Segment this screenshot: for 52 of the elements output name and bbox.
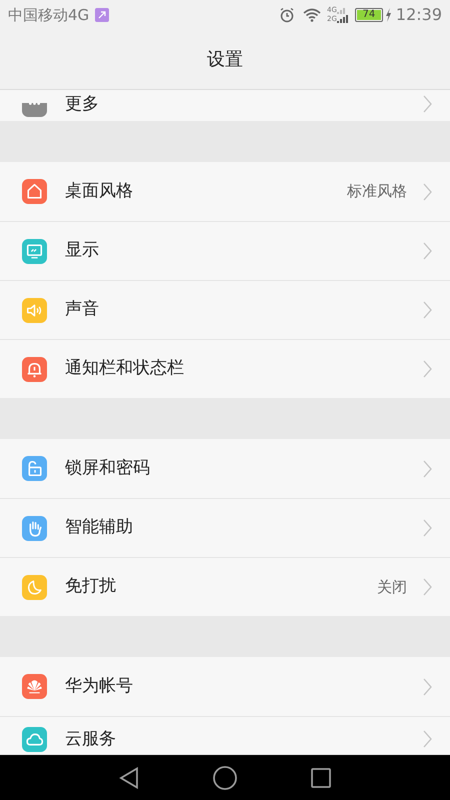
page-title: 设置 bbox=[207, 48, 243, 72]
padlock-icon bbox=[22, 456, 47, 481]
hand-icon bbox=[22, 516, 47, 540]
setting-label: 智能辅助 bbox=[65, 516, 134, 540]
settings-row[interactable]: 通知栏和状态栏 bbox=[0, 339, 450, 398]
setting-label: 显示 bbox=[65, 239, 100, 262]
setting-label: 桌面风格 bbox=[65, 180, 134, 203]
carrier-name: 中国移动4G bbox=[8, 4, 90, 26]
moon-icon bbox=[22, 574, 47, 600]
monitor-icon bbox=[22, 238, 47, 264]
bell-icon bbox=[22, 356, 47, 382]
chevron-icon bbox=[423, 519, 432, 537]
setting-label: 声音 bbox=[65, 298, 100, 322]
clock-time: 12:39 bbox=[396, 4, 442, 26]
settings-row[interactable]: 显示 bbox=[0, 221, 450, 280]
recents-icon[interactable] bbox=[311, 768, 331, 788]
chevron-icon bbox=[423, 301, 432, 319]
setting-label: 云服务 bbox=[65, 728, 117, 750]
setting-label: 华为帐号 bbox=[65, 674, 134, 698]
chevron-icon bbox=[423, 678, 432, 696]
setting-value: 标准风格 bbox=[347, 181, 407, 202]
house-icon bbox=[22, 179, 47, 204]
settings-row[interactable]: 云服务 bbox=[0, 716, 450, 754]
settings-row[interactable]: 声音 bbox=[0, 280, 450, 339]
setting-label: 更多 bbox=[65, 92, 100, 116]
chevron-icon bbox=[423, 95, 432, 113]
charging-icon bbox=[384, 8, 392, 22]
chevron-icon bbox=[423, 182, 432, 200]
back-icon[interactable] bbox=[119, 766, 139, 788]
wifi-icon bbox=[303, 8, 321, 22]
alarm-icon bbox=[279, 7, 295, 23]
battery-icon: 74 bbox=[354, 8, 383, 22]
setting-value: 关闭 bbox=[377, 576, 407, 598]
speaker-icon bbox=[22, 298, 47, 322]
chevron-icon bbox=[423, 242, 432, 260]
settings-row[interactable]: 智能辅助 bbox=[0, 498, 450, 557]
setting-label: 通知栏和状态栏 bbox=[65, 357, 185, 380]
petals-icon bbox=[22, 674, 47, 699]
setting-label: 免打扰 bbox=[65, 575, 117, 598]
chevron-icon bbox=[423, 460, 432, 478]
setting-label: 锁屏和密码 bbox=[65, 456, 151, 480]
app-notification-icon bbox=[95, 8, 110, 22]
settings-row[interactable]: 华为帐号 bbox=[0, 657, 450, 716]
settings-row[interactable]: 更多 bbox=[0, 90, 450, 121]
home-icon[interactable] bbox=[213, 766, 237, 790]
settings-row[interactable]: 桌面风格 标准风格 bbox=[0, 162, 450, 221]
chevron-icon bbox=[423, 360, 432, 378]
chevron-icon bbox=[423, 578, 432, 596]
signal-icon bbox=[336, 7, 349, 23]
settings-row[interactable]: 免打扰 关闭 bbox=[0, 557, 450, 616]
chevron-icon bbox=[423, 730, 432, 748]
settings-row[interactable]: 锁屏和密码 bbox=[0, 439, 450, 498]
